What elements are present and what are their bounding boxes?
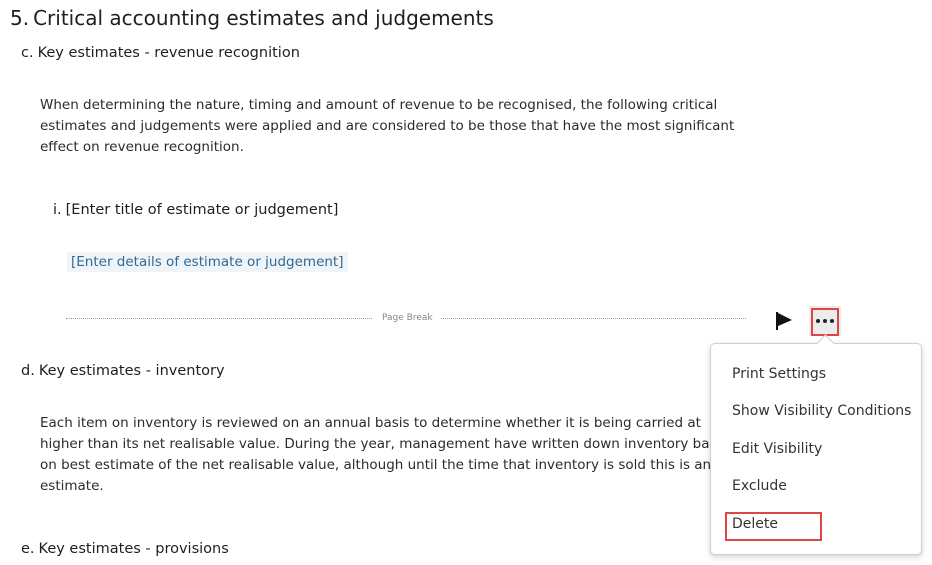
paragraph-line: estimates and judgements were applied an… xyxy=(40,118,735,134)
item-i-numeral: i. xyxy=(53,202,62,218)
subsection-d-paragraph[interactable]: Each item on inventory is reviewed on an… xyxy=(40,413,712,497)
menu-item-show-visibility-conditions[interactable]: Show Visibility Conditions xyxy=(732,403,911,419)
estimate-details-placeholder[interactable]: [Enter details of estimate or judgement] xyxy=(67,252,348,272)
page-break-line-left xyxy=(66,318,372,319)
item-i-heading[interactable]: i. [Enter title of estimate or judgement] xyxy=(53,202,338,218)
page-break-label: Page Break xyxy=(382,313,433,323)
subsection-c-heading: c. Key estimates - revenue recognition xyxy=(21,45,300,61)
page-break-line-right xyxy=(441,318,746,319)
subsection-d-heading: d. Key estimates - inventory xyxy=(21,363,225,379)
paragraph-line: estimate. xyxy=(40,478,104,494)
menu-item-exclude[interactable]: Exclude xyxy=(732,478,787,494)
item-i-title: [Enter title of estimate or judgement] xyxy=(65,202,339,218)
subsection-c-letter: c. xyxy=(21,45,34,61)
paragraph-line: on best estimate of the net realisable v… xyxy=(40,457,712,473)
subsection-c-paragraph[interactable]: When determining the nature, timing and … xyxy=(40,95,734,158)
section-heading: 5. Critical accounting estimates and judg… xyxy=(10,6,494,30)
subsection-e-letter: e. xyxy=(21,541,35,557)
subsection-d-letter: d. xyxy=(21,363,35,379)
subsection-c-title: Key estimates - revenue recognition xyxy=(37,45,300,61)
subsection-d-title: Key estimates - inventory xyxy=(38,363,225,379)
more-options-highlight xyxy=(811,308,839,336)
paragraph-line: effect on revenue recognition. xyxy=(40,139,244,155)
subsection-e-heading: e. Key estimates - provisions xyxy=(21,541,229,557)
section-number: 5. xyxy=(10,6,30,30)
section-title: Critical accounting estimates and judgem… xyxy=(33,6,494,30)
more-options-button[interactable] xyxy=(809,306,841,336)
flag-icon[interactable] xyxy=(773,310,795,332)
paragraph-line: higher than its net realisable value. Du… xyxy=(40,436,712,452)
menu-item-edit-visibility[interactable]: Edit Visibility xyxy=(732,441,822,457)
paragraph-line: Each item on inventory is reviewed on an… xyxy=(40,415,701,431)
paragraph-line: When determining the nature, timing and … xyxy=(40,97,718,113)
subsection-e-title: Key estimates - provisions xyxy=(38,541,229,557)
menu-item-print-settings[interactable]: Print Settings xyxy=(732,366,826,382)
context-menu: Print Settings Show Visibility Condition… xyxy=(710,343,922,555)
menu-item-delete[interactable]: Delete xyxy=(732,516,778,532)
